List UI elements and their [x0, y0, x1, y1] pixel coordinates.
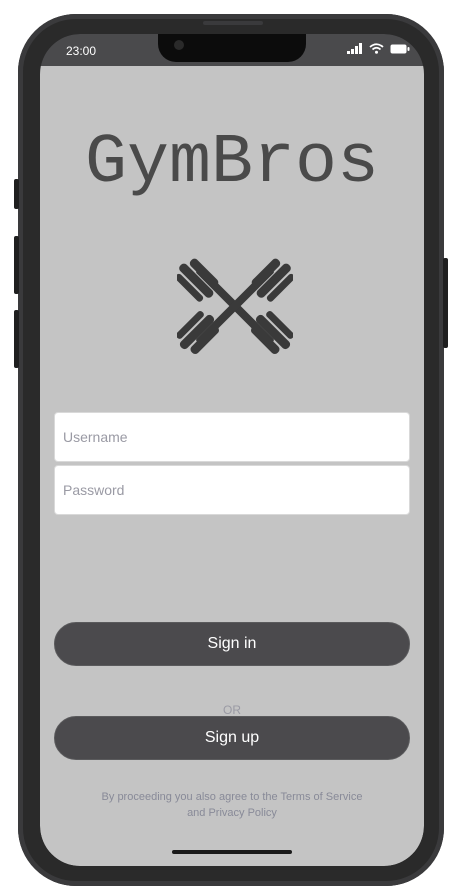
- volume-up-button: [14, 236, 19, 294]
- phone-frame: 23:00 GymBros Username Sign in OR Sign u…: [14, 14, 448, 886]
- battery-icon: [390, 44, 410, 53]
- signal-icon: [347, 43, 362, 54]
- login-screen: GymBros Username Sign in OR Sign up By p…: [40, 66, 424, 866]
- app-title: GymBros: [84, 124, 380, 203]
- status-icons: [347, 43, 410, 54]
- wifi-icon: [369, 43, 384, 54]
- home-indicator[interactable]: [172, 850, 292, 854]
- legal-notice: By proceeding you also agree to the Term…: [86, 789, 378, 821]
- username-input[interactable]: [54, 412, 410, 462]
- legal-line-2: and Privacy Policy: [187, 807, 277, 819]
- speaker-grille: [203, 21, 263, 25]
- sign-up-button[interactable]: Sign up: [54, 716, 410, 760]
- password-input[interactable]: [54, 465, 410, 515]
- screen: 23:00 GymBros Username Sign in OR Sign u…: [40, 34, 424, 866]
- mute-switch: [14, 179, 19, 209]
- crossed-dumbbells-icon: [177, 258, 293, 355]
- sign-in-button[interactable]: Sign in: [54, 622, 410, 666]
- legal-line-1: By proceeding you also agree to the Term…: [101, 791, 363, 803]
- notch: [158, 34, 306, 62]
- camera: [174, 40, 184, 50]
- or-separator: OR: [223, 703, 241, 717]
- status-bar: 23:00: [40, 34, 424, 66]
- volume-down-button: [14, 310, 19, 368]
- status-time: 23:00: [66, 44, 97, 58]
- power-button: [443, 258, 448, 348]
